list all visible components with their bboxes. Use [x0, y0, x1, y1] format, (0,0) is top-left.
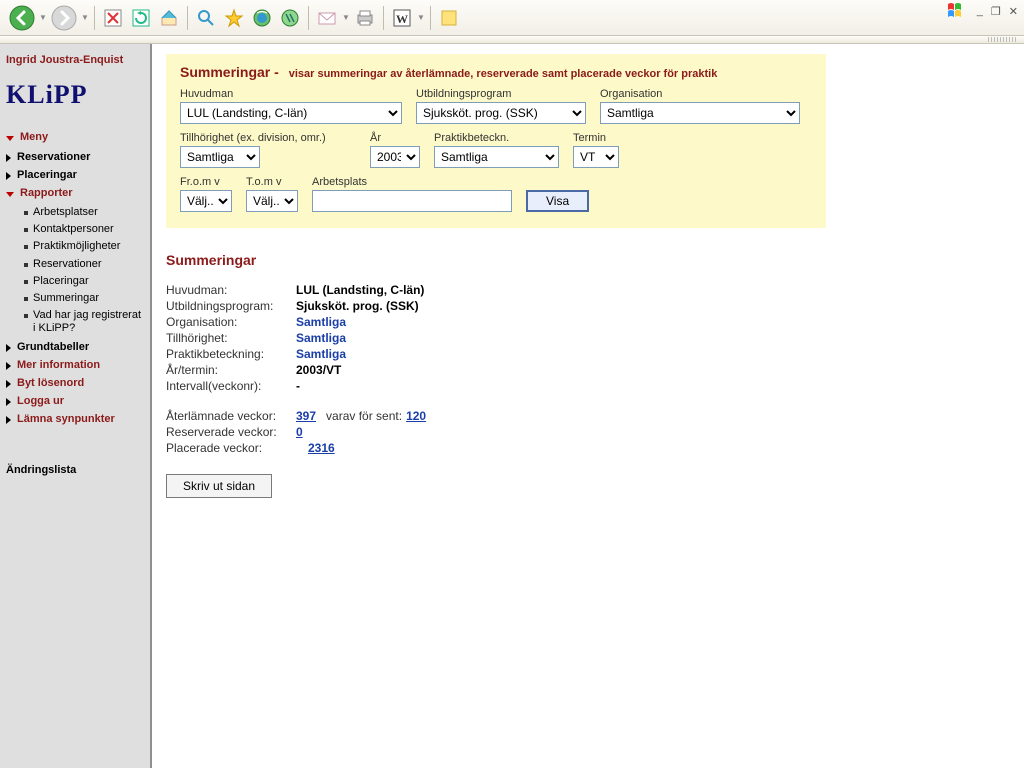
org-label: Organisation	[600, 88, 800, 100]
huvudman-label: Huvudman	[180, 88, 402, 100]
ar-select[interactable]: 2003	[370, 146, 420, 168]
nav-reservationer[interactable]: Reservationer	[6, 148, 144, 166]
restore-button[interactable]: ❐	[989, 5, 1003, 18]
praktik-label: Praktikbeteckn.	[434, 132, 559, 144]
nav-logga-ur[interactable]: Logga ur	[6, 392, 144, 410]
arbetsplats-input[interactable]	[312, 190, 512, 212]
home-icon[interactable]	[156, 5, 182, 31]
forward-dropdown[interactable]: ▼	[80, 13, 90, 22]
browser-toolbar: ▼ ▼ ▼ W ▼ _ ❐ ✕	[0, 0, 1024, 36]
utbprog-label: Utbildningsprogram	[416, 88, 586, 100]
huvudman-select[interactable]: LUL (Landsting, C-län)	[180, 102, 402, 124]
from-label: Fr.o.m v	[180, 176, 232, 188]
r-till-v: Samtliga	[296, 331, 346, 345]
tillhor-label: Tillhörighet (ex. division, omr.)	[180, 132, 356, 144]
praktik-select[interactable]: Samtliga	[434, 146, 559, 168]
search-icon[interactable]	[193, 5, 219, 31]
stat-plac-link[interactable]: 2316	[308, 441, 335, 455]
r-ar-v: 2003/VT	[296, 363, 341, 377]
nav-rapporter[interactable]: Rapporter	[6, 184, 144, 204]
forward-button[interactable]	[49, 3, 79, 33]
close-button[interactable]: ✕	[1007, 5, 1020, 18]
mail-dropdown[interactable]: ▼	[341, 13, 351, 22]
stat-plac-l: Placerade veckor:	[166, 441, 296, 455]
windows-flag-icon	[947, 2, 971, 20]
tom-label: T.o.m v	[246, 176, 298, 188]
word-dropdown[interactable]: ▼	[416, 13, 426, 22]
user-name: Ingrid Joustra-Enquist	[6, 54, 144, 66]
r-huvudman-v: LUL (Landsting, C-län)	[296, 283, 424, 297]
sidebar: Ingrid Joustra-Enquist KLiPP Meny Reserv…	[0, 44, 152, 768]
arbetsplats-label: Arbetsplats	[312, 176, 512, 188]
sub-summeringar[interactable]: Summeringar	[24, 290, 144, 307]
visa-button[interactable]: Visa	[526, 190, 589, 212]
nav-placeringar[interactable]: Placeringar	[6, 166, 144, 184]
result-panel: Summeringar Huvudman:LUL (Landsting, C-l…	[166, 252, 826, 498]
refresh-icon[interactable]	[128, 5, 154, 31]
toolbar-grip-row	[0, 36, 1024, 44]
print-button[interactable]: Skriv ut sidan	[166, 474, 272, 498]
sub-vad-har-jag[interactable]: Vad har jag registrerat i KLiPP?	[24, 307, 144, 337]
sub-arbetsplatser[interactable]: Arbetsplatser	[24, 204, 144, 221]
favorites-icon[interactable]	[221, 5, 247, 31]
r-utb-v: Sjuksköt. prog. (SSK)	[296, 299, 419, 313]
r-ar-l: År/termin:	[166, 363, 296, 377]
stat-res-l: Reserverade veckor:	[166, 425, 296, 439]
stat-ater-link[interactable]: 397	[296, 409, 316, 423]
svg-text:W: W	[396, 12, 408, 26]
r-int-v: -	[296, 379, 300, 393]
r-huvudman-l: Huvudman:	[166, 283, 296, 297]
termin-label: Termin	[573, 132, 633, 144]
word-icon[interactable]: W	[389, 5, 415, 31]
r-utb-l: Utbildningsprogram:	[166, 299, 296, 313]
note-icon[interactable]	[436, 5, 462, 31]
r-org-l: Organisation:	[166, 315, 296, 329]
stat-ater-extra-link[interactable]: 120	[406, 409, 426, 423]
from-select[interactable]: Välj..	[180, 190, 232, 212]
org-select[interactable]: Samtliga	[600, 102, 800, 124]
minimize-button[interactable]: _	[975, 5, 985, 17]
content-area: Summeringar - visar summeringar av återl…	[152, 44, 1024, 768]
sub-kontaktpersoner[interactable]: Kontaktpersoner	[24, 221, 144, 238]
nav-grundtabeller[interactable]: Grundtabeller	[6, 338, 144, 356]
filter-panel: Summeringar - visar summeringar av återl…	[166, 54, 826, 228]
sub-reservationer[interactable]: Reservationer	[24, 256, 144, 273]
r-till-l: Tillhörighet:	[166, 331, 296, 345]
stat-res-link[interactable]: 0	[296, 425, 303, 439]
stat-ater-l: Återlämnade veckor:	[166, 409, 296, 423]
r-prak-v: Samtliga	[296, 347, 346, 361]
andringslista-link[interactable]: Ändringslista	[6, 464, 144, 476]
tillhor-select[interactable]: Samtliga	[180, 146, 260, 168]
filter-heading: Summeringar - visar summeringar av återl…	[180, 64, 812, 80]
nav-mer-information[interactable]: Mer information	[6, 356, 144, 374]
stop-icon[interactable]	[100, 5, 126, 31]
result-title: Summeringar	[166, 252, 826, 268]
tom-select[interactable]: Välj..	[246, 190, 298, 212]
sub-placeringar[interactable]: Placeringar	[24, 273, 144, 290]
rapporter-submenu: Arbetsplatser Kontaktpersoner Praktikmöj…	[6, 204, 144, 338]
history-icon[interactable]	[249, 5, 275, 31]
termin-select[interactable]: VT	[573, 146, 619, 168]
ar-label: År	[370, 132, 420, 144]
sub-praktikmojligheter[interactable]: Praktikmöjligheter	[24, 238, 144, 255]
mail-icon[interactable]	[314, 5, 340, 31]
app-logo: KLiPP	[6, 80, 144, 110]
nav-meny[interactable]: Meny	[6, 128, 144, 148]
r-org-v: Samtliga	[296, 315, 346, 329]
r-prak-l: Praktikbeteckning:	[166, 347, 296, 361]
print-icon[interactable]	[352, 5, 378, 31]
r-int-l: Intervall(veckonr):	[166, 379, 296, 393]
utbprog-select[interactable]: Sjuksköt. prog. (SSK)	[416, 102, 586, 124]
back-dropdown[interactable]: ▼	[38, 13, 48, 22]
nav-byt-losenord[interactable]: Byt lösenord	[6, 374, 144, 392]
nav-lamna-synpunkter[interactable]: Lämna synpunkter	[6, 410, 144, 428]
media-icon[interactable]	[277, 5, 303, 31]
back-button[interactable]	[7, 3, 37, 33]
stat-ater-extra-l: varav för sent:	[326, 409, 402, 423]
